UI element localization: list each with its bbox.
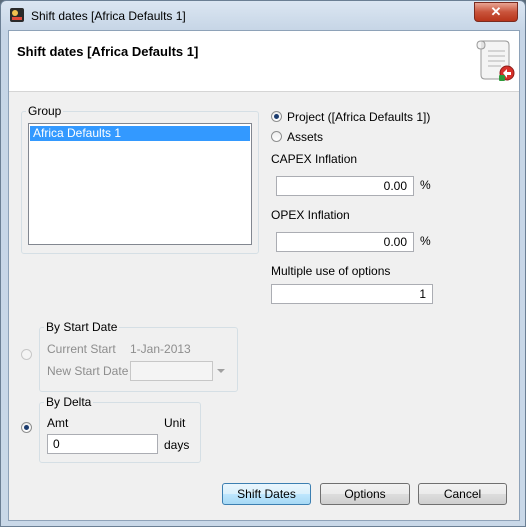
header-band: Shift dates [Africa Defaults 1] bbox=[9, 31, 519, 92]
project-radio-label[interactable]: Project ([Africa Defaults 1]) bbox=[287, 110, 430, 124]
by-start-date-box: By Start Date bbox=[39, 320, 238, 392]
new-start-date-label: New Start Date bbox=[47, 364, 129, 378]
options-button[interactable]: Options bbox=[320, 483, 410, 505]
capex-input[interactable]: 0.00 bbox=[276, 176, 414, 196]
by-delta-radio[interactable] bbox=[21, 422, 32, 433]
opex-unit: % bbox=[420, 234, 431, 248]
unit-value: days bbox=[164, 438, 190, 452]
current-start-value: 1-Jan-2013 bbox=[130, 342, 191, 356]
assets-radio[interactable] bbox=[271, 131, 282, 142]
group-list-item[interactable]: Africa Defaults 1 bbox=[30, 126, 250, 141]
window-title: Shift dates [Africa Defaults 1] bbox=[31, 9, 186, 23]
group-listbox[interactable]: Africa Defaults 1 bbox=[28, 123, 252, 245]
by-delta-legend: By Delta bbox=[46, 395, 92, 409]
opex-label: OPEX Inflation bbox=[271, 208, 350, 222]
new-start-date-combo[interactable] bbox=[130, 361, 213, 381]
amt-input[interactable]: 0 bbox=[47, 434, 158, 454]
multiple-use-label: Multiple use of options bbox=[271, 264, 391, 278]
cancel-button[interactable]: Cancel bbox=[418, 483, 507, 505]
capex-unit: % bbox=[420, 178, 431, 192]
chevron-down-icon[interactable] bbox=[217, 369, 225, 373]
scroll-icon bbox=[476, 40, 515, 81]
app-icon bbox=[10, 8, 24, 22]
assets-radio-label[interactable]: Assets bbox=[287, 130, 323, 144]
dialog-window: Shift dates [Africa Defaults 1] ✕ Shift … bbox=[0, 0, 526, 527]
by-start-date-legend: By Start Date bbox=[46, 320, 118, 334]
close-button[interactable]: ✕ bbox=[474, 2, 518, 22]
current-start-label: Current Start bbox=[47, 342, 116, 356]
group-legend: Group bbox=[28, 104, 62, 118]
dialog-body: Shift dates [Africa Defaults 1] Group Af… bbox=[8, 30, 520, 521]
shift-dates-button[interactable]: Shift Dates bbox=[222, 483, 311, 505]
by-start-date-radio[interactable] bbox=[21, 349, 32, 360]
opex-input[interactable]: 0.00 bbox=[276, 232, 414, 252]
multiple-use-input[interactable]: 1 bbox=[271, 284, 433, 304]
project-radio[interactable] bbox=[271, 111, 282, 122]
title-bar[interactable]: Shift dates [Africa Defaults 1] ✕ bbox=[1, 1, 525, 29]
capex-label: CAPEX Inflation bbox=[271, 152, 358, 166]
header-title: Shift dates [Africa Defaults 1] bbox=[17, 44, 199, 59]
amt-label: Amt bbox=[47, 416, 69, 430]
unit-label: Unit bbox=[164, 416, 186, 430]
